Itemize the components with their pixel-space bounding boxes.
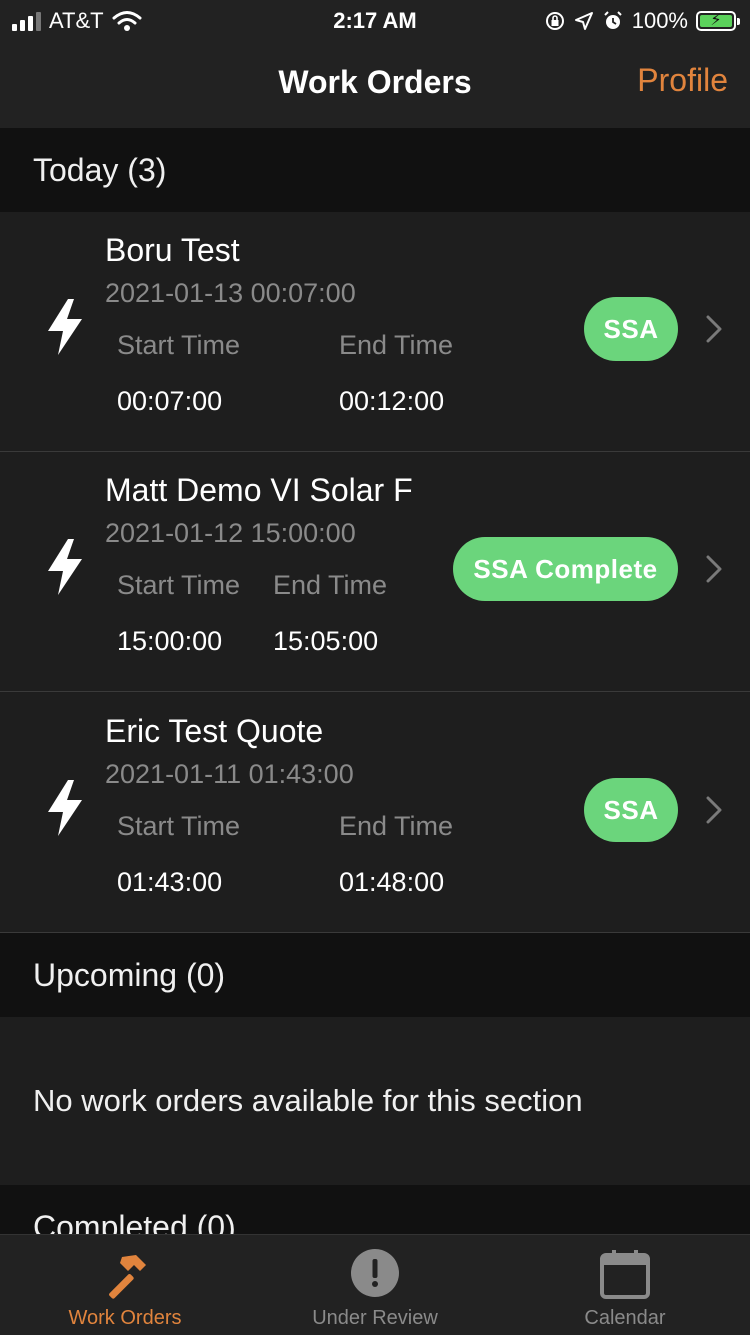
tab-bar: Work Orders Under Review Calendar	[0, 1234, 750, 1335]
profile-button[interactable]: Profile	[637, 62, 728, 99]
work-order-row[interactable]: Matt Demo VI Solar F 2021-01-12 15:00:00…	[0, 452, 750, 692]
section-header-today: Today (3)	[0, 128, 750, 212]
end-time-label: End Time	[339, 811, 454, 841]
status-right: 100% ⚡	[544, 8, 740, 34]
start-time-value: 15:00:00	[117, 626, 223, 656]
status-badge: SSA Complete	[453, 537, 678, 601]
work-order-title: Matt Demo VI Solar F	[105, 472, 413, 508]
work-order-date: 2021-01-13 00:07:00	[105, 278, 356, 308]
empty-state-message: No work orders available for this sectio…	[0, 1017, 750, 1185]
alarm-icon	[604, 11, 622, 29]
status-badge: SSA	[584, 297, 678, 361]
battery-icon: ⚡	[696, 11, 740, 31]
chevron-right-icon	[706, 315, 722, 343]
section-header-upcoming: Upcoming (0)	[0, 933, 750, 1017]
chevron-right-icon	[706, 796, 722, 824]
tab-label: Work Orders	[68, 1307, 182, 1329]
exclamation-icon	[351, 1249, 399, 1297]
work-order-row[interactable]: Boru Test 2021-01-13 00:07:00 Start Time…	[0, 212, 750, 452]
lightning-bolt-icon	[48, 780, 82, 836]
status-badge: SSA	[584, 778, 678, 842]
work-order-title: Boru Test	[105, 232, 240, 268]
tab-label: Under Review	[312, 1307, 438, 1329]
end-time-value: 15:05:00	[273, 626, 379, 656]
tab-calendar[interactable]: Calendar	[500, 1235, 750, 1335]
orientation-lock-icon	[545, 12, 564, 30]
battery-percent: 100%	[631, 8, 688, 33]
start-time-value: 00:07:00	[117, 386, 223, 416]
start-time-label: Start Time	[117, 811, 241, 841]
end-time-value: 01:48:00	[339, 867, 445, 897]
start-time-label: Start Time	[117, 570, 241, 600]
status-bar: AT&T 2:17 AM 100% ⚡	[0, 0, 750, 40]
work-order-title: Eric Test Quote	[105, 713, 324, 749]
tab-label: Calendar	[584, 1307, 666, 1329]
end-time-label: End Time	[339, 330, 454, 360]
navigation-bar: Work Orders Profile	[0, 40, 750, 129]
calendar-icon	[600, 1250, 650, 1299]
tab-work-orders[interactable]: Work Orders	[0, 1235, 250, 1335]
location-icon	[574, 12, 593, 30]
lightning-bolt-icon	[48, 539, 82, 595]
work-order-row[interactable]: Eric Test Quote 2021-01-11 01:43:00 Star…	[0, 693, 750, 933]
end-time-value: 00:12:00	[339, 386, 445, 416]
tab-under-review[interactable]: Under Review	[250, 1235, 500, 1335]
start-time-label: Start Time	[117, 330, 241, 360]
end-time-label: End Time	[273, 570, 388, 600]
work-order-date: 2021-01-12 15:00:00	[105, 518, 356, 548]
work-order-date: 2021-01-11 01:43:00	[105, 759, 354, 789]
lightning-bolt-icon	[48, 299, 82, 355]
hammer-icon	[109, 1255, 146, 1299]
start-time-value: 01:43:00	[117, 867, 223, 897]
chevron-right-icon	[706, 555, 722, 583]
